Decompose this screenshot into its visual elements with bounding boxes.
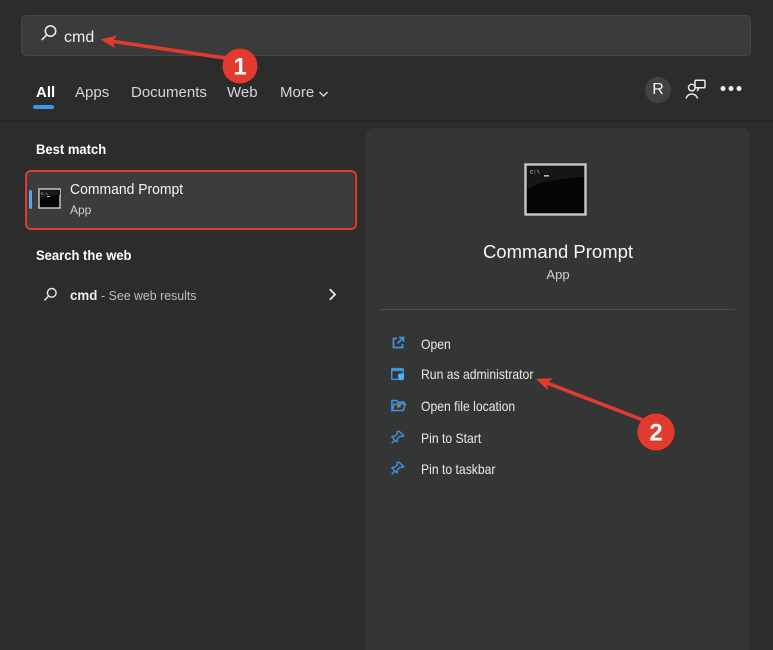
svg-text:2: 2 [649,420,662,447]
svg-text:1: 1 [233,54,246,81]
